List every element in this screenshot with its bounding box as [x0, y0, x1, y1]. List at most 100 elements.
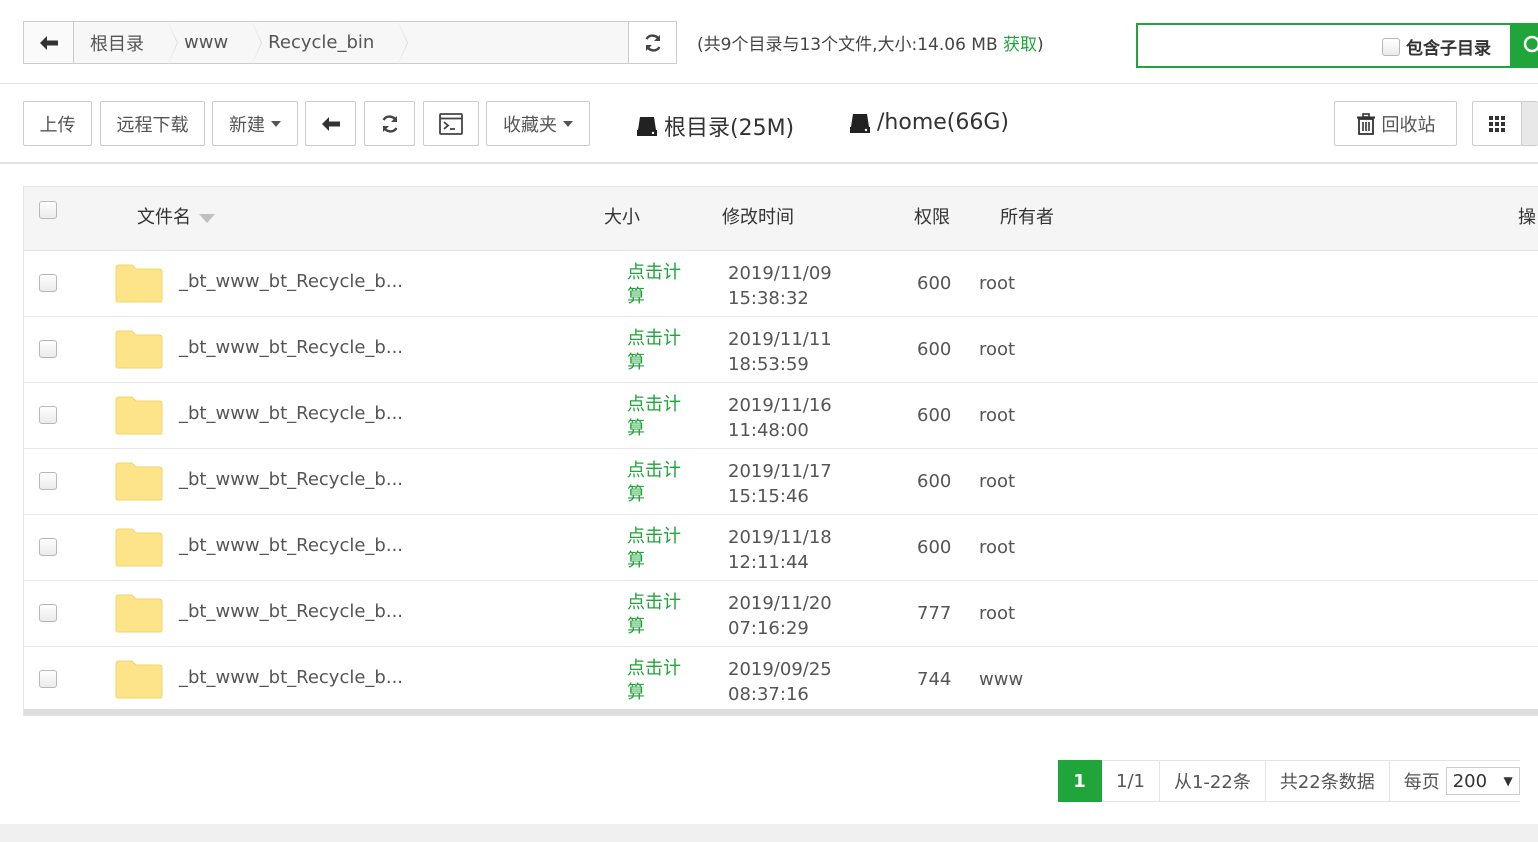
arrow-left-icon	[321, 116, 340, 131]
modified-time: 2019/09/25 08:37:16	[728, 659, 832, 705]
page-of: 1/1	[1102, 760, 1160, 802]
per-page-select[interactable]: 200 ▼	[1445, 767, 1520, 795]
grid-icon	[1489, 115, 1505, 132]
modified-time: 2019/11/18 12:11:44	[728, 527, 832, 573]
permission[interactable]: 600	[917, 537, 951, 558]
folder-icon[interactable]	[115, 395, 163, 440]
calc-size-link[interactable]: 点击计算	[627, 459, 687, 507]
terminal-button[interactable]	[423, 101, 479, 146]
breadcrumb-item-root[interactable]: 根目录	[74, 22, 178, 64]
header-filename[interactable]: 文件名	[137, 203, 215, 229]
disk-root[interactable]: 根目录(25M)	[636, 110, 794, 142]
bottom-bar	[0, 824, 1538, 842]
owner: root	[979, 471, 1016, 492]
table-row[interactable]: _bt_www_bt_Recycle_b... 点击计算 2019/11/09 15:…	[24, 251, 1538, 317]
arrow-left-icon	[39, 35, 58, 50]
search-button[interactable]	[1510, 23, 1538, 68]
select-arrow-icon: ▼	[1503, 774, 1513, 788]
terminal-icon	[439, 112, 463, 135]
header-mtime[interactable]: 修改时间	[722, 203, 794, 229]
include-subdir-toggle[interactable]: 包含子目录	[1382, 34, 1491, 59]
grid-view-button[interactable]	[1472, 101, 1522, 146]
row-checkbox[interactable]	[39, 472, 57, 490]
calc-size-link[interactable]: 点击计算	[627, 657, 687, 705]
file-name[interactable]: _bt_www_bt_Recycle_b...	[179, 601, 403, 622]
row-checkbox[interactable]	[39, 538, 57, 556]
new-button[interactable]: 新建	[212, 101, 298, 146]
row-checkbox[interactable]	[39, 406, 57, 424]
row-checkbox[interactable]	[39, 274, 57, 292]
permission[interactable]: 744	[917, 669, 951, 690]
remote-download-button[interactable]: 远程下载	[100, 101, 205, 146]
calc-size-link[interactable]: 点击计算	[627, 327, 687, 375]
owner: www	[979, 669, 1024, 690]
file-name[interactable]: _bt_www_bt_Recycle_b...	[179, 271, 403, 292]
get-size-link[interactable]: 获取	[1003, 35, 1037, 55]
row-checkbox[interactable]	[39, 340, 57, 358]
modified-time: 2019/11/16 11:48:00	[728, 395, 832, 441]
table-row[interactable]: _bt_www_bt_Recycle_b... 点击计算 2019/11/20 07:…	[24, 581, 1538, 647]
caret-down-icon	[271, 120, 281, 127]
upload-button[interactable]: 上传	[23, 101, 92, 146]
disk-home[interactable]: /home(66G)	[849, 110, 1009, 135]
file-table: 文件名 大小 修改时间 权限 所有者 操 _bt_www_bt_Recycle_…	[23, 186, 1538, 716]
page-current[interactable]: 1	[1058, 760, 1102, 802]
row-checkbox[interactable]	[39, 670, 57, 688]
include-subdir-checkbox[interactable]	[1382, 37, 1400, 56]
per-page: 每页 200 ▼	[1389, 760, 1520, 802]
folder-icon[interactable]	[115, 329, 163, 374]
calc-size-link[interactable]: 点击计算	[627, 591, 687, 639]
table-header: 文件名 大小 修改时间 权限 所有者 操	[24, 187, 1538, 251]
table-row[interactable]: _bt_www_bt_Recycle_b... 点击计算 2019/11/17 15:…	[24, 449, 1538, 515]
file-name[interactable]: _bt_www_bt_Recycle_b...	[179, 337, 403, 358]
folder-icon[interactable]	[115, 593, 163, 638]
row-checkbox[interactable]	[39, 604, 57, 622]
permission[interactable]: 600	[917, 471, 951, 492]
table-row[interactable]: _bt_www_bt_Recycle_b... 点击计算 2019/11/16 11:…	[24, 383, 1538, 449]
permission[interactable]: 600	[917, 273, 951, 294]
file-name[interactable]: _bt_www_bt_Recycle_b...	[179, 469, 403, 490]
breadcrumb-item-www[interactable]: www	[168, 22, 263, 64]
breadcrumb: 根目录 www Recycle_bin	[23, 21, 677, 64]
folder-icon[interactable]	[115, 527, 163, 572]
search-box: 包含子目录	[1136, 23, 1538, 68]
folder-icon[interactable]	[115, 461, 163, 506]
owner: root	[979, 603, 1016, 624]
table-row[interactable]: _bt_www_bt_Recycle_b... 点击计算 2019/11/18 12:…	[24, 515, 1538, 581]
horizontal-scrollbar[interactable]	[24, 709, 1538, 715]
recycle-bin-button[interactable]: 回收站	[1334, 101, 1457, 146]
calc-size-link[interactable]: 点击计算	[627, 393, 687, 441]
refresh-button[interactable]	[364, 101, 415, 146]
table-row[interactable]: _bt_www_bt_Recycle_b... 点击计算 2019/09/25 08:…	[24, 647, 1538, 713]
header-permission: 权限	[914, 207, 950, 228]
directory-summary: (共9个目录与13个文件,大小:14.06 MB 获取)	[697, 35, 1044, 55]
list-view-button[interactable]	[1521, 101, 1538, 146]
path-refresh-button[interactable]	[628, 22, 676, 63]
sort-down-icon	[199, 213, 215, 223]
permission[interactable]: 777	[917, 603, 951, 624]
back-button[interactable]	[305, 101, 356, 146]
folder-icon[interactable]	[115, 263, 163, 308]
permission[interactable]: 600	[917, 339, 951, 360]
table-row[interactable]: _bt_www_bt_Recycle_b... 点击计算 2019/11/11 18:…	[24, 317, 1538, 383]
favorites-button[interactable]: 收藏夹	[486, 101, 590, 146]
file-name[interactable]: _bt_www_bt_Recycle_b...	[179, 535, 403, 556]
header-size[interactable]: 大小	[604, 203, 640, 229]
permission[interactable]: 600	[917, 405, 951, 426]
breadcrumb-item-recycle-bin[interactable]: Recycle_bin	[252, 22, 409, 64]
file-toolbar: 上传 远程下载 新建 收藏夹 根目录(25M) /home(66G) 回收站	[0, 84, 1538, 164]
hdd-icon	[850, 113, 870, 133]
folder-icon[interactable]	[115, 659, 163, 704]
modified-time: 2019/11/09 15:38:32	[728, 263, 832, 309]
calc-size-link[interactable]: 点击计算	[627, 525, 687, 573]
path-back-button[interactable]	[24, 22, 74, 63]
file-name[interactable]: _bt_www_bt_Recycle_b...	[179, 403, 403, 424]
hdd-icon	[637, 117, 657, 136]
owner: root	[979, 537, 1016, 558]
modified-time: 2019/11/20 07:16:29	[728, 593, 832, 639]
calc-size-link[interactable]: 点击计算	[627, 261, 687, 309]
select-all-checkbox[interactable]	[39, 201, 57, 219]
search-input[interactable]	[1144, 31, 1374, 59]
file-name[interactable]: _bt_www_bt_Recycle_b...	[179, 667, 403, 688]
modified-time: 2019/11/17 15:15:46	[728, 461, 832, 507]
